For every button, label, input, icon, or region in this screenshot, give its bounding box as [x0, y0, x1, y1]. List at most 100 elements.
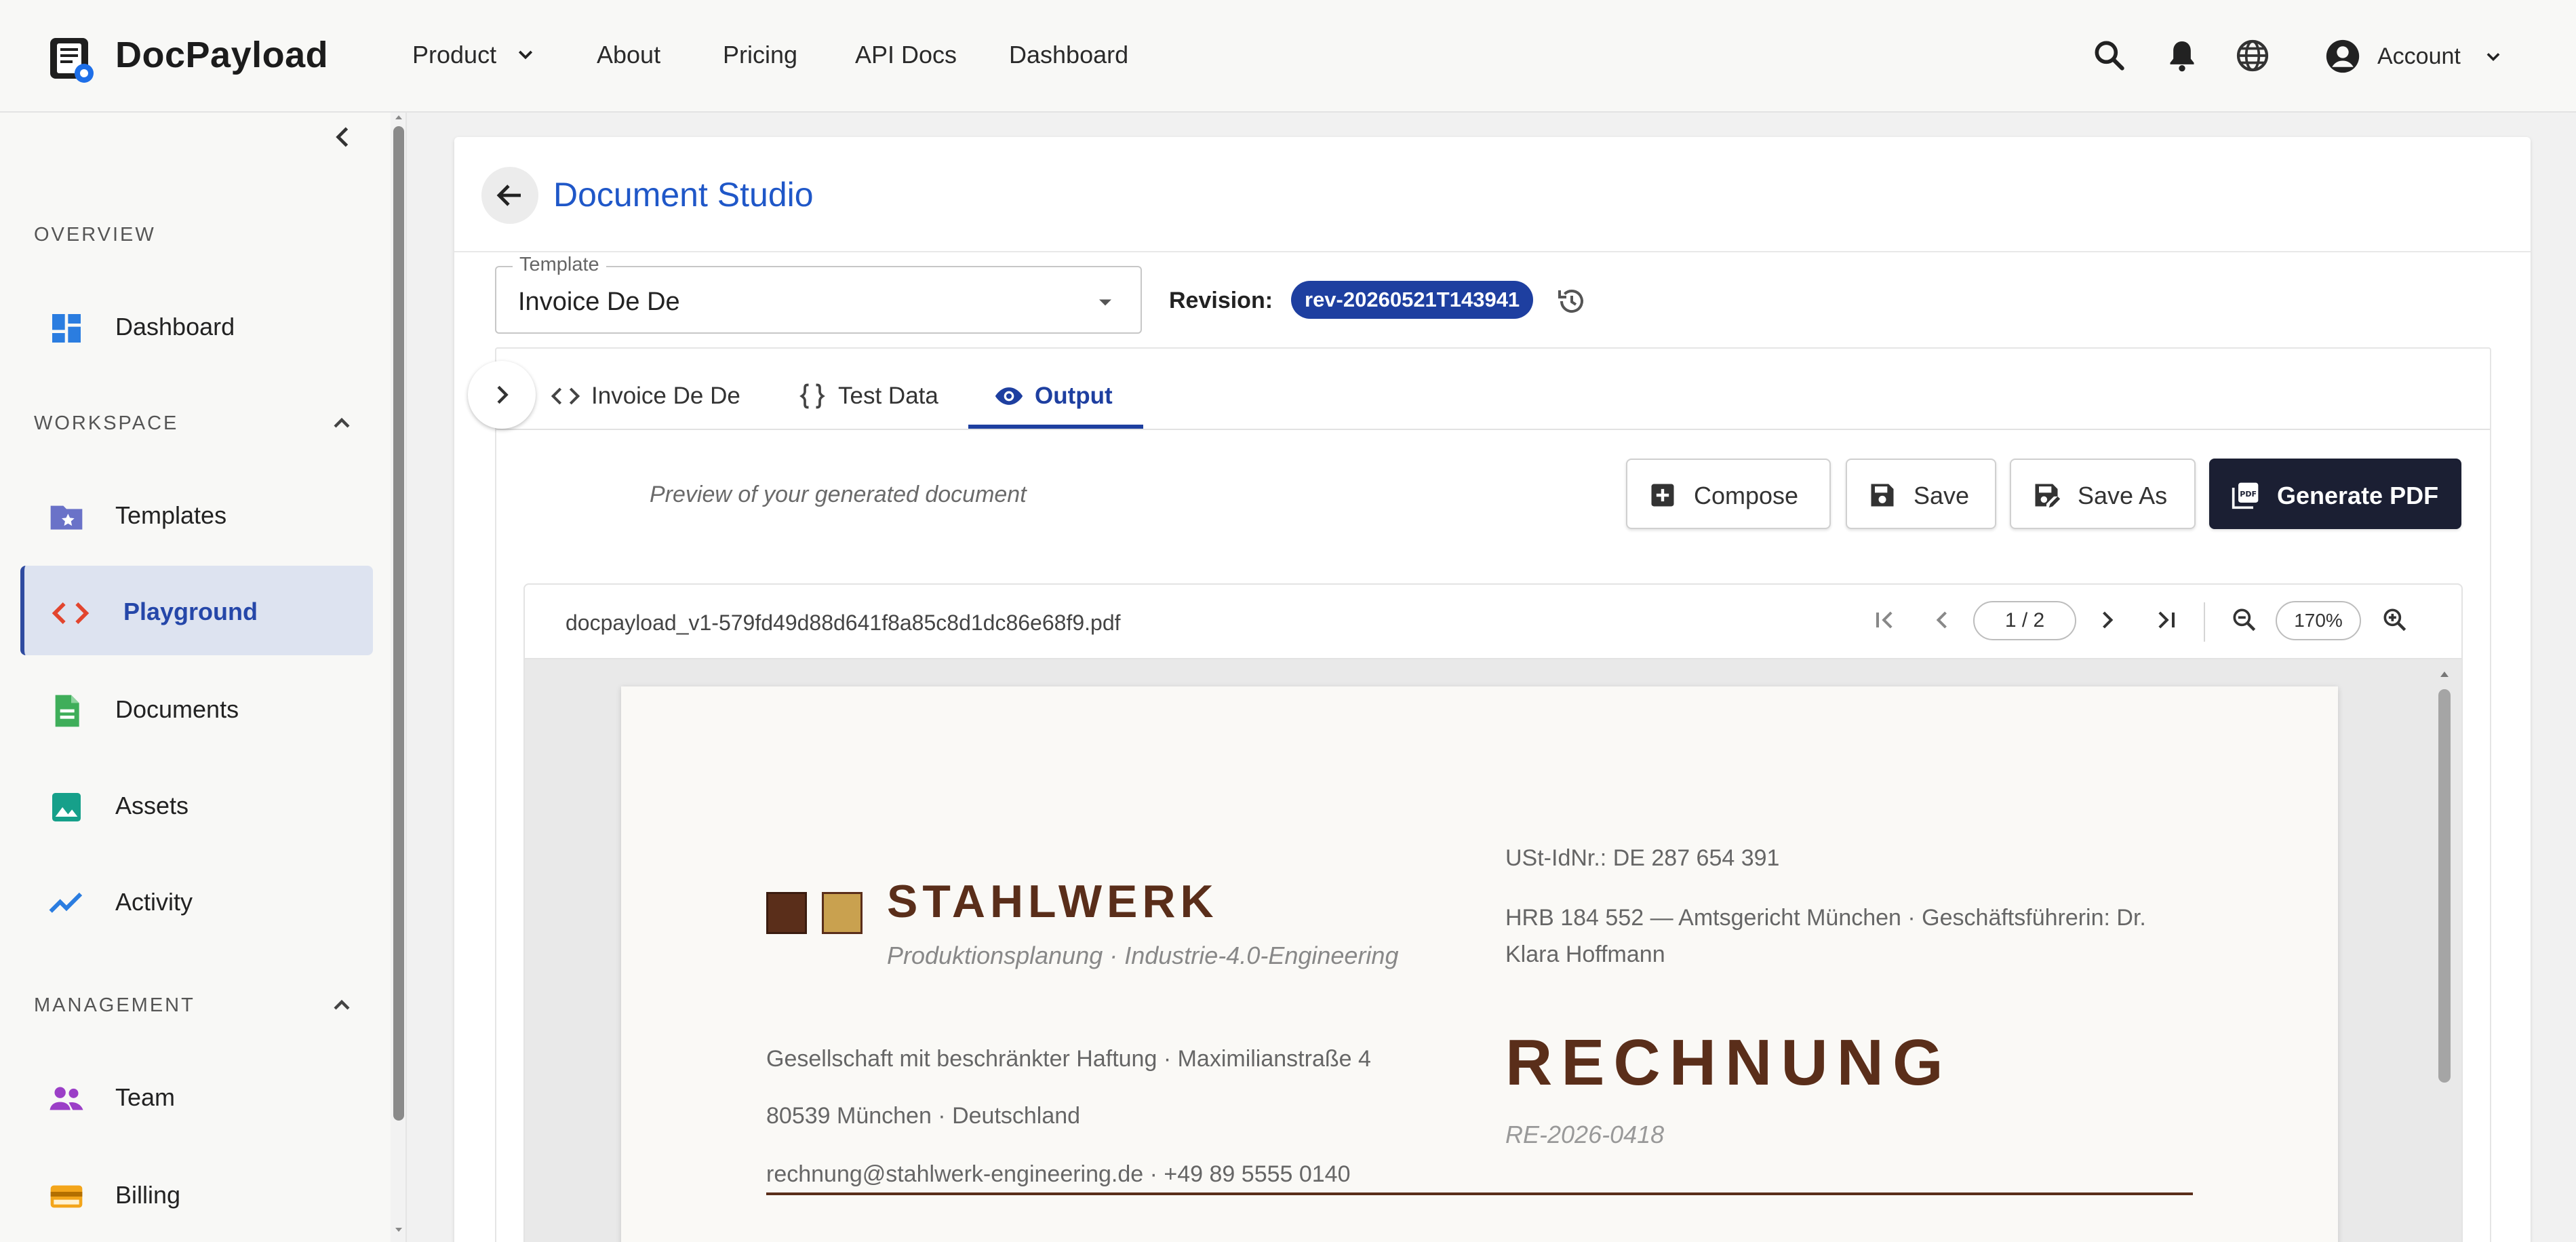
revision-badge[interactable]: rev-20260521T143941	[1291, 281, 1534, 319]
compose-button[interactable]: Compose	[1626, 459, 1831, 529]
account-circle-icon[interactable]	[2323, 37, 2362, 76]
save-button[interactable]: Save	[1846, 459, 1996, 529]
document-icon	[47, 692, 85, 730]
document-title: RECHNUNG	[1505, 1026, 1952, 1099]
pdf-file-icon: PDF	[2231, 480, 2261, 510]
first-page-icon[interactable]	[1870, 605, 1900, 635]
scroll-up-arrow-icon[interactable]	[393, 113, 404, 122]
dashboard-icon	[47, 309, 85, 347]
sidebar-item-activity[interactable]: Activity	[20, 856, 373, 946]
people-icon	[47, 1080, 85, 1118]
globe-icon[interactable]	[2234, 37, 2272, 75]
legal-form-line: Gesellschaft mit beschränkter Haftung · …	[766, 1046, 1371, 1072]
company-name: STAHLWERK	[887, 876, 1218, 927]
chevron-down-icon[interactable]	[2484, 47, 2503, 66]
folder-star-icon	[47, 498, 85, 536]
sidebar-item-label: Activity	[115, 888, 193, 916]
back-button[interactable]	[481, 167, 538, 224]
nav-about[interactable]: About	[597, 41, 660, 69]
account-menu[interactable]: Account	[2377, 43, 2461, 70]
add-box-icon	[1648, 480, 1678, 510]
company-logo-mark	[766, 892, 807, 934]
bell-icon[interactable]	[2163, 37, 2201, 75]
template-select-value[interactable]: Invoice De De	[518, 288, 680, 317]
tab-label: Output	[1035, 383, 1113, 409]
scroll-down-arrow-icon[interactable]	[393, 1225, 404, 1235]
zoom-out-icon[interactable]	[2230, 605, 2259, 635]
collapse-sidebar-chevron-left-icon[interactable]	[328, 122, 358, 152]
svg-text:PDF: PDF	[2240, 490, 2257, 499]
tab-output[interactable]: Output	[994, 366, 1143, 429]
generate-pdf-button[interactable]: PDF Generate PDF	[2209, 459, 2461, 529]
brand-name[interactable]: DocPayload	[115, 34, 328, 76]
sidebar-item-label: Dashboard	[115, 313, 235, 341]
divider	[496, 429, 2490, 430]
preview-hint-text: Preview of your generated document	[650, 482, 1027, 507]
sidebar-item-team[interactable]: Team	[20, 1051, 373, 1141]
sidebar-item-dashboard[interactable]: Dashboard	[20, 281, 373, 370]
eye-icon	[994, 381, 1024, 411]
curly-braces-icon	[797, 381, 827, 411]
last-page-icon[interactable]	[2151, 605, 2181, 635]
sidebar-item-label: Playground	[123, 598, 258, 625]
sidebar-item-label: Billing	[115, 1181, 181, 1209]
company-logo-mark	[822, 892, 863, 934]
sidebar-scrollbar-thumb[interactable]	[393, 126, 404, 1121]
dropdown-caret-icon[interactable]	[1093, 290, 1117, 315]
section-workspace-heading: WORKSPACE	[34, 412, 179, 434]
vat-id: USt-IdNr.: DE 287 654 391	[1505, 845, 1780, 871]
save-as-icon	[2032, 480, 2061, 510]
revision-label: Revision:	[1169, 288, 1273, 313]
expand-panel-button[interactable]	[468, 361, 536, 429]
activity-trend-icon	[47, 885, 85, 923]
credit-card-icon	[47, 1178, 85, 1216]
pdf-scrollbar-thumb[interactable]	[2438, 689, 2451, 1083]
nav-api-docs[interactable]: API Docs	[855, 41, 957, 69]
nav-product[interactable]: Product	[412, 41, 496, 69]
code-icon	[52, 594, 90, 632]
header-rule	[766, 1192, 2193, 1195]
code-icon	[551, 381, 580, 411]
divider	[2204, 602, 2205, 642]
page-indicator[interactable]: 1 / 2	[1973, 601, 2076, 640]
save-disk-icon	[1867, 480, 1897, 510]
sidebar-item-label: Templates	[115, 501, 227, 529]
sidebar-item-documents[interactable]: Documents	[20, 663, 373, 753]
button-label: Generate PDF	[2277, 482, 2439, 509]
address-line: 80539 München · Deutschland	[766, 1103, 1081, 1129]
chevron-up-icon[interactable]	[328, 410, 355, 437]
history-icon[interactable]	[1555, 285, 1588, 317]
sidebar-item-label: Team	[115, 1083, 176, 1111]
contact-line: rechnung@stahlwerk-engineering.de · +49 …	[766, 1161, 1351, 1187]
tab-test-data[interactable]: Test Data	[797, 366, 960, 429]
nav-dashboard[interactable]: Dashboard	[1009, 41, 1128, 69]
tab-label: Invoice De De	[591, 383, 740, 409]
arrow-left-icon	[496, 185, 521, 206]
sidebar-item-assets[interactable]: Assets	[20, 760, 373, 849]
docpayload-logo-icon[interactable]	[47, 35, 96, 84]
sidebar-item-playground[interactable]: Playground	[20, 566, 373, 655]
invoice-number: RE-2026-0418	[1505, 1121, 1665, 1148]
page-title: Document Studio	[553, 176, 814, 214]
chevron-down-icon[interactable]	[515, 45, 536, 65]
zoom-level[interactable]: 170%	[2276, 601, 2361, 640]
tab-template-code[interactable]: Invoice De De	[551, 366, 754, 429]
search-icon[interactable]	[2090, 37, 2128, 75]
button-label: Compose	[1694, 482, 1799, 509]
nav-pricing[interactable]: Pricing	[723, 41, 797, 69]
tab-label: Test Data	[838, 383, 938, 409]
pdf-filename: docpayload_v1-579fd49d88d641f8a85c8d1dc8…	[566, 610, 1121, 635]
section-management-heading: MANAGEMENT	[34, 994, 195, 1016]
zoom-in-icon[interactable]	[2380, 605, 2410, 635]
chevron-left-icon[interactable]	[1927, 605, 1957, 635]
active-tab-indicator	[968, 425, 1143, 429]
chevron-right-icon[interactable]	[2093, 605, 2122, 635]
sidebar-item-label: Assets	[115, 792, 189, 819]
save-as-button[interactable]: Save As	[2010, 459, 2196, 529]
section-overview-heading: OVERVIEW	[34, 224, 156, 246]
scroll-up-arrow-icon[interactable]	[2438, 667, 2451, 681]
sidebar-item-billing[interactable]: Billing	[20, 1149, 373, 1239]
app-window: { "brand": {"name": "DocPayload"}, "nav"…	[0, 0, 2576, 1242]
chevron-up-icon[interactable]	[328, 992, 355, 1019]
sidebar-item-templates[interactable]: Templates	[20, 469, 373, 559]
